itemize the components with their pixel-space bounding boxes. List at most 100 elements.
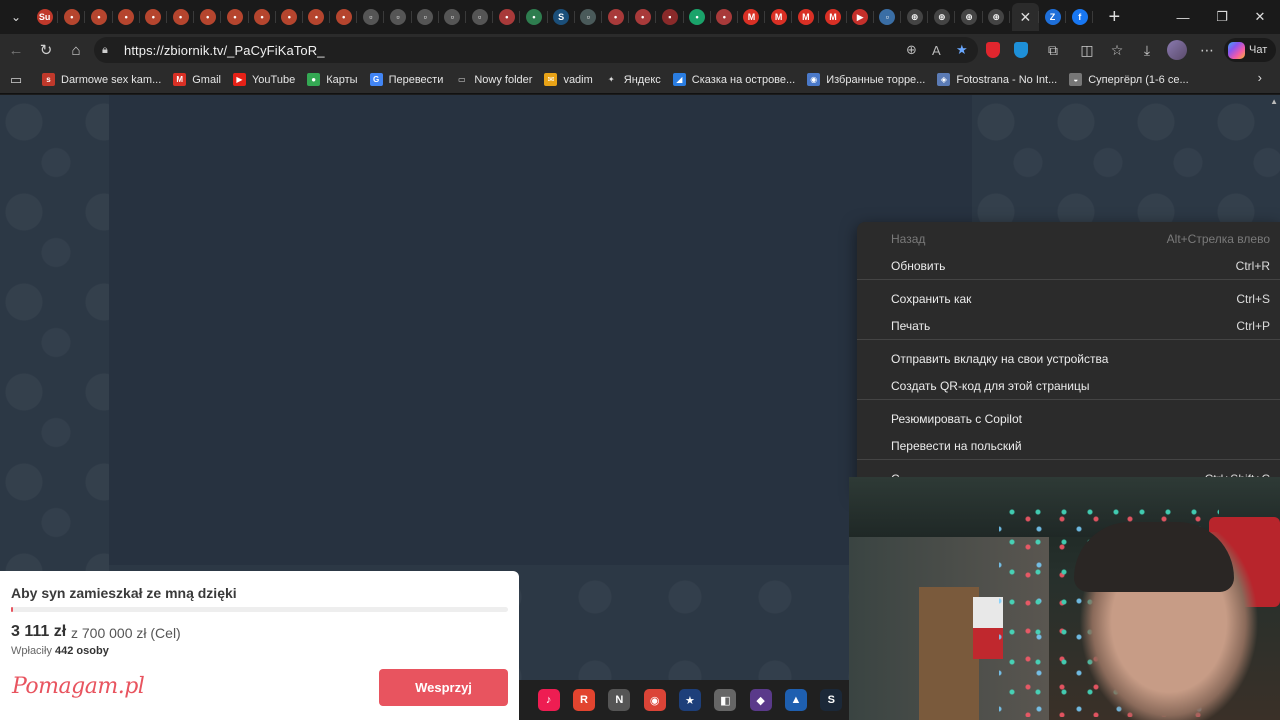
menu-translate[interactable]: Перевести на польский [891,434,1270,458]
menu-send-tab[interactable]: Отправить вкладку на свои устройства [891,347,1270,371]
context-menu: Назад Alt+Стрелка влево Обновить Ctrl+R Сохр… [857,222,1280,492]
favorite-star-icon[interactable]: ★ [956,37,968,63]
tab-21[interactable]: ▫ [575,3,603,31]
collections-icon[interactable]: ▭ [4,66,28,94]
tab-19[interactable]: • [520,3,548,31]
menu-reload[interactable]: Обновить Ctrl+R [891,254,1270,278]
split-screen-icon[interactable]: ◫ [1074,36,1100,64]
bookmark-item[interactable]: ✉ vadim [538,68,598,92]
tab-4[interactable]: • [113,3,140,31]
tab-12[interactable]: • [330,3,358,31]
photos-app-button[interactable]: ▲ [778,682,813,718]
tab-26[interactable]: • [711,3,739,31]
tab-6[interactable]: • [167,3,195,31]
tab-33[interactable]: ⊕ [901,3,929,31]
tab-32[interactable]: ▫ [874,3,902,31]
bookmark-item[interactable]: ◉ Избранные торре... [801,68,931,92]
tab-24[interactable]: ▪ [656,3,684,31]
tab-8[interactable]: • [221,3,249,31]
tab-35[interactable]: ⊕ [955,3,983,31]
extensions-icon[interactable]: ⧉ [1040,36,1066,64]
box-app-button[interactable]: ◧ [708,682,743,718]
restore-button[interactable]: ❐ [1202,0,1242,34]
bookmark-item[interactable]: ◈ Fotostrana - No Int... [931,68,1063,92]
chrome-button[interactable]: ◉ [637,682,672,718]
new-tab-button[interactable]: + [1101,4,1127,30]
tab-25[interactable]: • [684,3,711,31]
bookmark-item[interactable]: ◢ Сказка на острове... [667,68,801,92]
pomagam-logo[interactable]: Pomagam.pl [12,674,145,699]
tab-20[interactable]: S [548,3,575,31]
tab-31[interactable]: ▶ [847,3,875,31]
bookmark-item[interactable]: ◒ Супергёрл (1-6 се... [1063,68,1194,92]
tab-23[interactable]: • [629,3,657,31]
star-app-button[interactable]: ★ [672,682,707,718]
bookmark-item[interactable]: G Перевести [364,68,450,92]
tab-11[interactable]: • [303,3,331,31]
red-app-button[interactable]: R [566,682,601,718]
copilot-chat-button[interactable]: Чат [1224,38,1276,62]
tab-3[interactable]: • [85,3,113,31]
downloads-icon[interactable]: ⤓ [1134,36,1160,64]
bookmark-item[interactable]: ▭ Nowy folder [449,68,538,92]
tab-16[interactable]: ▫ [439,3,467,31]
tab-zbiornik[interactable]: Z [1039,3,1067,31]
reload-button[interactable]: ↻ [32,36,60,64]
n-app-button[interactable]: N [602,682,637,718]
tab-actions-menu-button[interactable]: ⌄ [5,6,27,28]
tab-29[interactable]: M [792,3,820,31]
home-button[interactable]: ⌂ [62,36,90,64]
active-tab[interactable]: ✕ [1011,3,1040,31]
close-tab-icon[interactable]: ✕ [1019,9,1031,26]
favorites-icon[interactable]: ☆ [1104,36,1130,64]
menu-print[interactable]: Печать Ctrl+P [891,314,1270,338]
tab-22[interactable]: • [602,3,630,31]
lock-icon[interactable]: 🔒︎ [102,44,118,57]
puzzle-app-button[interactable]: ◆ [743,682,778,718]
tab-facebook[interactable]: f [1066,3,1094,31]
read-aloud-icon[interactable]: A [932,37,941,63]
tiktok-button[interactable]: ♪ [531,682,566,718]
tab-13[interactable]: ▫ [357,3,385,31]
bookmark-item[interactable]: ▶ YouTube [227,68,301,92]
scroll-up-arrow-icon[interactable]: ▲ [1270,97,1278,106]
gmail-icon: M [797,9,814,25]
menu-qr-code[interactable]: Создать QR-код для этой страницы [891,374,1270,398]
tab-1[interactable]: Su [31,3,59,31]
zoom-icon[interactable]: ⊕ [906,37,917,63]
tab-10[interactable]: • [276,3,304,31]
tab-18[interactable]: • [493,3,521,31]
steam-taskbar-button[interactable]: S [814,682,849,718]
tab-28[interactable]: M [765,3,793,31]
close-window-button[interactable]: ✕ [1240,0,1280,34]
tab-34[interactable]: ⊕ [928,3,956,31]
tab-2[interactable]: • [58,3,86,31]
tab-14[interactable]: ▫ [384,3,412,31]
globe-icon: ⊕ [988,9,1005,25]
tab-17[interactable]: ▫ [466,3,494,31]
tab-27[interactable]: M [738,3,766,31]
tab-15[interactable]: ▫ [412,3,440,31]
tab-9[interactable]: • [249,3,276,31]
bookmark-item[interactable]: ✦ Яндекс [599,68,667,92]
tab-5[interactable]: • [140,3,168,31]
tab-36[interactable]: ⊕ [983,3,1010,31]
tab-7[interactable]: • [194,3,222,31]
url-text[interactable]: https://zbiornik.tv/_PaCyFiKaToR_ [124,43,325,58]
support-button[interactable]: Wesprzyj [379,669,508,706]
menu-save-as[interactable]: Сохранить как Ctrl+S [891,287,1270,311]
shield-extension-icon[interactable] [1010,36,1032,64]
bookmark-item[interactable]: ● Карты [301,68,363,92]
more-menu-icon[interactable]: ⋯ [1194,36,1220,64]
menu-copilot[interactable]: Резюмировать с Copilot [891,407,1270,431]
bookmark-item[interactable]: M Gmail [167,68,227,92]
tab-30[interactable]: M [819,3,847,31]
minimize-button[interactable]: — [1163,0,1203,34]
adblock-extension-icon[interactable] [982,36,1004,64]
address-bar[interactable]: 🔒︎ https://zbiornik.tv/_PaCyFiKaToR_ ⊕ A… [94,37,978,63]
chevron-right-icon[interactable]: › [1258,70,1262,85]
profile-avatar[interactable] [1164,36,1190,64]
bookmark-item[interactable]: s Darmowe sex kam... [36,68,167,92]
back-button[interactable]: ← [2,36,30,64]
grey-favicon: ▫ [390,9,407,25]
